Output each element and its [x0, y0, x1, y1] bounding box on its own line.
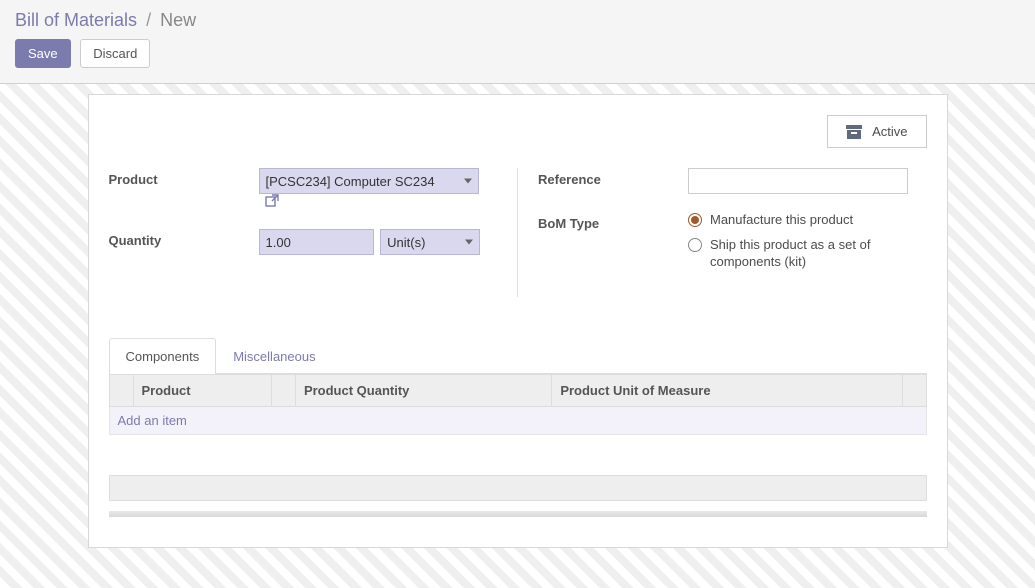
col-product: Product — [133, 374, 271, 406]
product-select[interactable]: [PCSC234] Computer SC234 — [259, 168, 479, 194]
tab-nav: Components Miscellaneous — [109, 337, 927, 374]
active-button[interactable]: Active — [827, 115, 926, 148]
topbar: Bill of Materials / New Save Discard — [0, 0, 1035, 84]
col-uom: Product Unit of Measure — [552, 374, 902, 406]
col-delete — [902, 374, 926, 406]
label-reference: Reference — [538, 168, 688, 187]
field-bom-type: BoM Type Manufacture this product Ship t… — [538, 212, 927, 279]
radio-manufacture[interactable]: Manufacture this product — [688, 212, 927, 229]
tab-miscellaneous[interactable]: Miscellaneous — [216, 338, 332, 374]
col-qty: Product Quantity — [295, 374, 551, 406]
radio-kit-input[interactable] — [688, 238, 702, 252]
label-bom-type: BoM Type — [538, 212, 688, 231]
form-sheet: Active Product [PCSC234] Computer SC234 — [88, 94, 948, 548]
bottom-shade — [109, 511, 927, 517]
label-product: Product — [109, 168, 259, 187]
form-columns: Product [PCSC234] Computer SC234 — [109, 168, 927, 297]
form-col-right: Reference BoM Type Manufacture this prod… — [517, 168, 927, 297]
breadcrumb-root[interactable]: Bill of Materials — [15, 10, 137, 30]
radio-manufacture-input[interactable] — [688, 213, 702, 227]
col-spacer — [271, 374, 295, 406]
chevron-down-icon — [465, 240, 473, 245]
unit-select[interactable]: Unit(s) — [380, 229, 480, 255]
save-button[interactable]: Save — [15, 39, 71, 68]
archive-icon — [846, 125, 862, 139]
breadcrumb-current: New — [160, 10, 196, 30]
reference-input[interactable] — [688, 168, 908, 194]
discard-button[interactable]: Discard — [80, 39, 150, 68]
grid-footer — [109, 475, 927, 501]
breadcrumb: Bill of Materials / New — [15, 10, 1020, 31]
breadcrumb-sep: / — [146, 10, 151, 30]
radio-kit[interactable]: Ship this product as a set of components… — [688, 237, 927, 271]
unit-value: Unit(s) — [387, 235, 425, 250]
form-col-left: Product [PCSC234] Computer SC234 — [109, 168, 518, 297]
quantity-input[interactable]: 1.00 — [259, 229, 374, 255]
field-product: Product [PCSC234] Computer SC234 — [109, 168, 498, 211]
field-quantity: Quantity 1.00 Unit(s) — [109, 229, 498, 255]
components-grid: Product Product Quantity Product Unit of… — [109, 374, 927, 435]
field-reference: Reference — [538, 168, 927, 194]
external-link-icon[interactable] — [265, 194, 279, 211]
col-handle — [109, 374, 133, 406]
add-item-link[interactable]: Add an item — [109, 406, 926, 434]
label-quantity: Quantity — [109, 229, 259, 248]
radio-manufacture-label: Manufacture this product — [710, 212, 853, 229]
radio-kit-label: Ship this product as a set of components… — [710, 237, 910, 271]
tabs: Components Miscellaneous Product Product… — [109, 337, 927, 517]
quantity-value: 1.00 — [266, 235, 291, 250]
add-item-row[interactable]: Add an item — [109, 406, 926, 434]
active-label: Active — [872, 124, 907, 139]
chevron-down-icon — [464, 179, 472, 184]
ribbon-row: Active — [109, 115, 927, 148]
content-area: Active Product [PCSC234] Computer SC234 — [0, 84, 1035, 588]
tab-components[interactable]: Components — [109, 338, 217, 374]
product-select-value: [PCSC234] Computer SC234 — [266, 174, 435, 189]
